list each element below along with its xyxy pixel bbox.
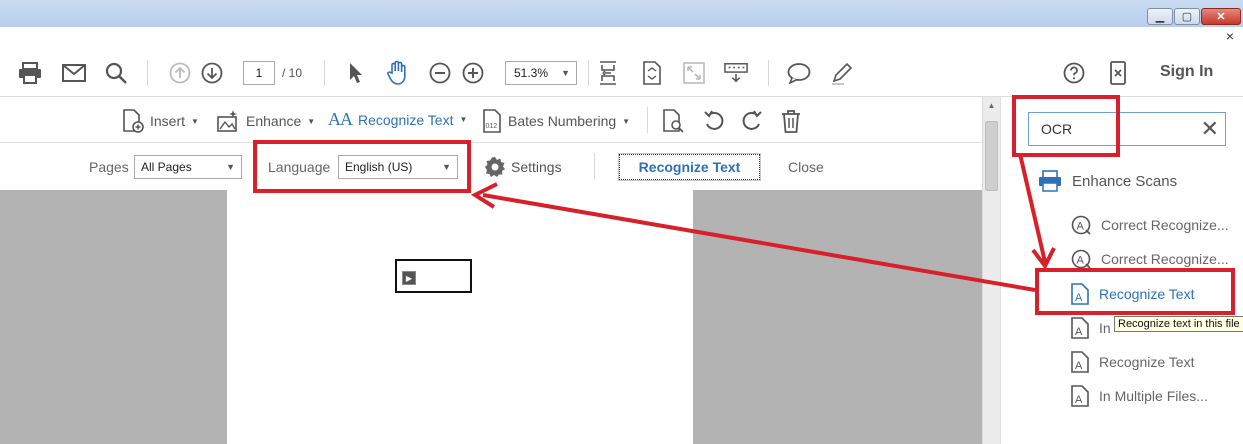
- acrobat-window: ▁ ▢ ✕ × 1 / 10 51.3% ▼ Sign In Insert ▼ …: [0, 0, 1243, 444]
- annotation-arrow-to-recognize: [1018, 153, 1047, 263]
- annotation-arrow-to-language: [482, 193, 1036, 292]
- annotation-arrows: [470, 153, 1056, 292]
